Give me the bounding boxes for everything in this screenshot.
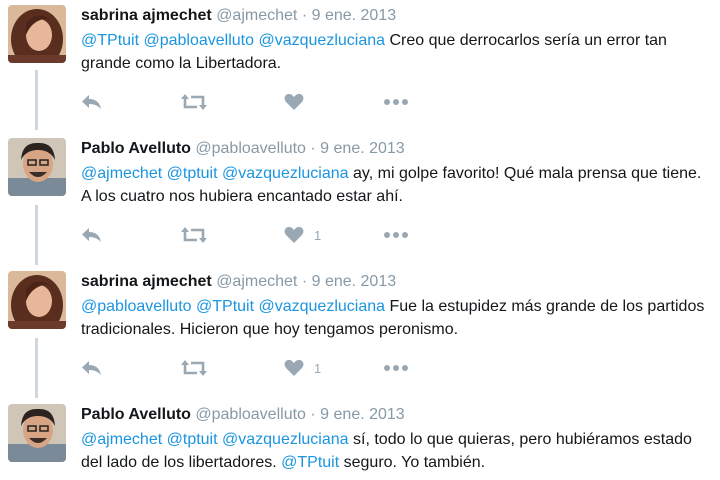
more-button[interactable]: [383, 357, 409, 379]
like-count: 1: [314, 360, 322, 376]
like-count: 1: [314, 227, 322, 243]
avatar[interactable]: [8, 271, 66, 329]
tweet[interactable]: sabrina ajmechet @ajmechet · 9 ene. 2013…: [0, 5, 720, 130]
mention-link[interactable]: @pabloavelluto: [81, 298, 192, 315]
tweet-actions: 1: [81, 357, 441, 379]
like-button[interactable]: 1: [284, 224, 321, 246]
mention-link[interactable]: @ajmechet: [81, 431, 162, 448]
tweet[interactable]: Pablo Avelluto @pabloavelluto · 9 ene. 2…: [0, 404, 720, 480]
tweet-header: Pablo Avelluto @pabloavelluto · 9 ene. 2…: [81, 138, 405, 160]
tweet-body-end: seguro. Yo también.: [343, 454, 486, 471]
mention-link[interactable]: @vazquezluciana: [258, 32, 385, 49]
tweet[interactable]: sabrina ajmechet @ajmechet · 9 ene. 2013…: [0, 271, 720, 396]
more-icon: [384, 365, 408, 371]
mention-link[interactable]: @ajmechet: [81, 165, 162, 182]
more-button[interactable]: [383, 224, 409, 246]
retweet-button[interactable]: [181, 224, 207, 246]
mention-link[interactable]: @tptuit: [167, 165, 218, 182]
tweet-date[interactable]: 9 ene. 2013: [312, 273, 397, 290]
tweet-text: @ajmechet @tptuit @vazquezluciana ay, mi…: [81, 162, 711, 208]
retweet-icon: [181, 94, 207, 110]
more-button[interactable]: [383, 91, 409, 113]
user-name[interactable]: sabrina ajmechet: [81, 7, 212, 24]
reply-button[interactable]: [81, 357, 103, 379]
like-icon: [284, 226, 304, 243]
tweet-actions: [81, 91, 441, 113]
tweet-text: @pabloavelluto @TPtuit @vazquezluciana F…: [81, 295, 711, 341]
retweet-icon: [181, 360, 207, 376]
user-handle[interactable]: @pabloavelluto: [195, 140, 306, 157]
tweet-header: sabrina ajmechet @ajmechet · 9 ene. 2013: [81, 271, 396, 293]
user-handle[interactable]: @pabloavelluto: [195, 406, 306, 423]
mention-link[interactable]: @TPtuit: [281, 454, 339, 471]
user-name[interactable]: Pablo Avelluto: [81, 140, 191, 157]
separator: ·: [310, 140, 316, 157]
mention-link[interactable]: @vazquezluciana: [222, 431, 349, 448]
reply-button[interactable]: [81, 224, 103, 246]
user-handle[interactable]: @ajmechet: [216, 7, 297, 24]
tweet-actions: 1: [81, 224, 441, 246]
avatar[interactable]: [8, 5, 66, 63]
mention-link[interactable]: @TPtuit: [81, 32, 139, 49]
user-name[interactable]: Pablo Avelluto: [81, 406, 191, 423]
tweet-date[interactable]: 9 ene. 2013: [320, 140, 405, 157]
mention-link[interactable]: @TPtuit: [196, 298, 254, 315]
mention-link[interactable]: @vazquezluciana: [222, 165, 349, 182]
separator: ·: [301, 7, 308, 24]
user-handle[interactable]: @ajmechet: [216, 273, 297, 290]
separator: ·: [310, 406, 316, 423]
tweet-date[interactable]: 9 ene. 2013: [320, 406, 405, 423]
tweet[interactable]: Pablo Avelluto @pabloavelluto · 9 ene. 2…: [0, 138, 720, 263]
retweet-icon: [181, 227, 207, 243]
avatar[interactable]: [8, 138, 66, 196]
reply-icon: [82, 228, 101, 242]
reply-icon: [82, 361, 101, 375]
like-icon: [284, 359, 304, 376]
like-button[interactable]: [284, 91, 314, 113]
separator: ·: [301, 273, 308, 290]
tweet-header: Pablo Avelluto @pabloavelluto · 9 ene. 2…: [81, 404, 405, 426]
more-icon: [384, 232, 408, 238]
avatar[interactable]: [8, 404, 66, 462]
more-icon: [384, 99, 408, 105]
user-name[interactable]: sabrina ajmechet: [81, 273, 212, 290]
like-button[interactable]: 1: [284, 357, 321, 379]
mention-link[interactable]: @tptuit: [167, 431, 218, 448]
mention-link[interactable]: @pabloavelluto: [143, 32, 254, 49]
retweet-button[interactable]: [181, 357, 207, 379]
tweet-text: @ajmechet @tptuit @vazquezluciana sí, to…: [81, 428, 711, 474]
tweet-date[interactable]: 9 ene. 2013: [312, 7, 397, 24]
tweet-text: @TPtuit @pabloavelluto @vazquezluciana C…: [81, 29, 711, 75]
reply-icon: [82, 95, 101, 109]
like-icon: [284, 93, 304, 110]
retweet-button[interactable]: [181, 91, 207, 113]
tweet-header: sabrina ajmechet @ajmechet · 9 ene. 2013: [81, 5, 396, 27]
mention-link[interactable]: @vazquezluciana: [258, 298, 385, 315]
reply-button[interactable]: [81, 91, 103, 113]
